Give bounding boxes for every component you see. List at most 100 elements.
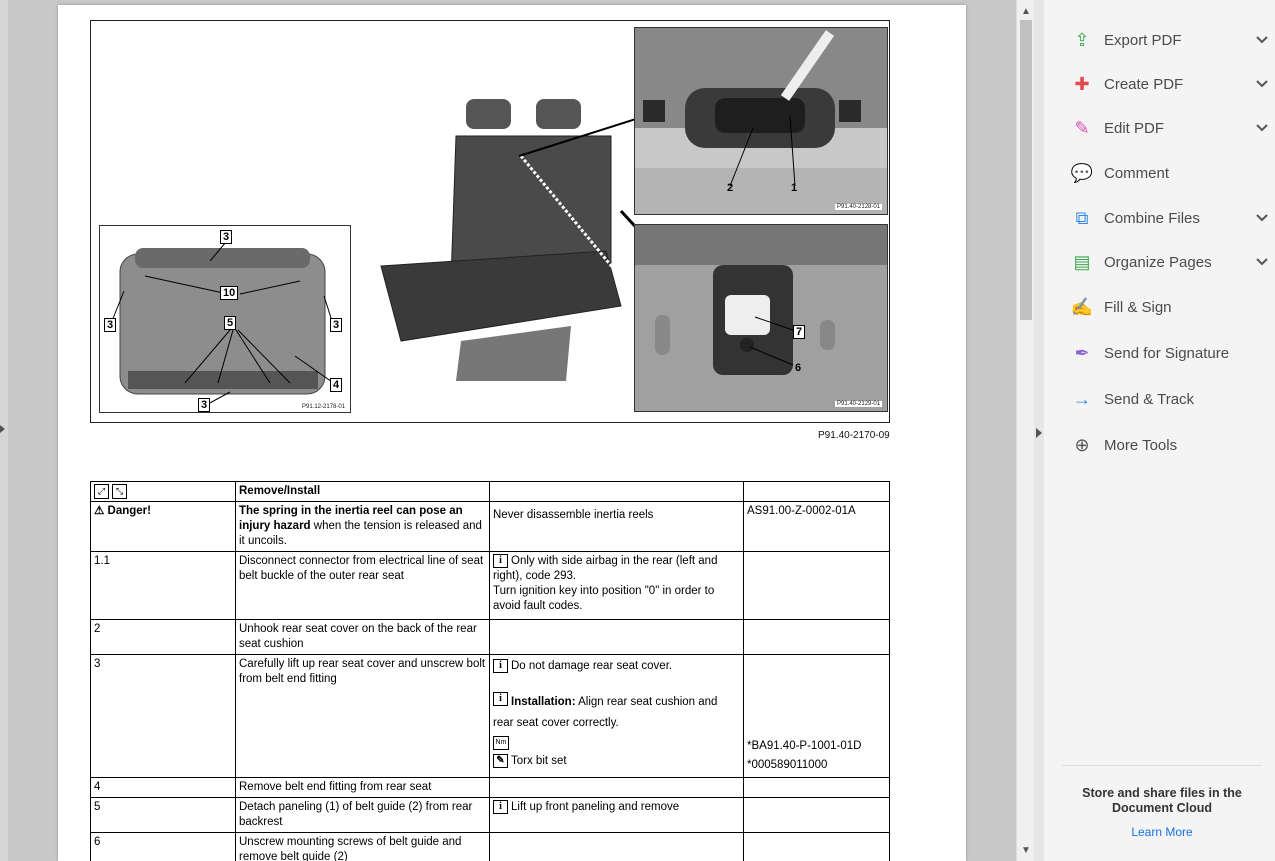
table-row: 6 Unscrew mounting screws of belt guide … (90, 832, 890, 861)
step-text: Detach paneling (1) of belt guide (2) fr… (235, 797, 490, 833)
document-cloud-promo: Store and share files in the Document Cl… (1062, 765, 1262, 839)
callout-6: 6 (795, 362, 802, 374)
pdf-page: 3 10 3 3 5 4 3 P91.12-2178-01 2 1 P91.40… (58, 5, 966, 861)
tool-label: Create PDF (1104, 75, 1184, 93)
tool-more-tools[interactable]: ⊕ More Tools (1070, 430, 1270, 460)
remove-icon: ⤢ (94, 484, 109, 499)
tool-label: Fill & Sign (1104, 298, 1172, 316)
organize-pages-icon: ▤ (1073, 251, 1091, 272)
top-right-inset-label: P91.40-2128-01 (835, 204, 883, 210)
more-tools-icon: ⊕ (1074, 434, 1090, 455)
collapse-pane-icon[interactable] (1036, 428, 1042, 438)
table-row: 4 Remove belt end fitting from rear seat (90, 777, 890, 798)
table-row: 5 Detach paneling (1) of belt guide (2) … (90, 797, 890, 833)
vertical-scrollbar[interactable]: ▲ ▼ (1016, 0, 1035, 861)
step-text: Unscrew mounting screws of belt guide an… (235, 832, 490, 861)
tool-edit-pdf[interactable]: ✎ Edit PDF (1070, 113, 1270, 143)
chevron-down-icon[interactable] (1254, 32, 1270, 48)
callout-10: 10 (220, 286, 239, 300)
tool-icon: ✎ (493, 754, 508, 768)
torque-ref: *BA91.40-P-1001-01D (747, 740, 862, 752)
step-number: 6 (90, 832, 236, 861)
callout-3-top: 3 (220, 230, 233, 244)
install-icon: ⤡ (112, 484, 127, 499)
callout-1: 1 (791, 182, 798, 194)
left-inset-image: 3 10 3 3 5 4 3 P91.12-2178-01 (99, 225, 351, 413)
step-note: Do not damage rear seat cover. (511, 660, 673, 672)
step-text: Remove belt end fitting from rear seat (235, 777, 490, 798)
info-icon: i (493, 692, 508, 706)
danger-label: Danger! (107, 505, 151, 517)
send-track-icon: → (1073, 388, 1091, 409)
warning-triangle-icon: ⚠ (94, 505, 105, 517)
tool-label: Send for Signature (1104, 344, 1230, 362)
tool-ref: *000589011000 (747, 759, 828, 771)
tool-label: Export PDF (1104, 31, 1182, 49)
step-note-2: Turn ignition key into position "0" in o… (493, 585, 715, 612)
chevron-down-icon[interactable] (1254, 120, 1270, 136)
create-pdf-icon: ✚ (1074, 73, 1090, 94)
tool-label: Send & Track (1104, 390, 1195, 408)
tool-create-pdf[interactable]: ✚ Create PDF (1070, 69, 1270, 99)
table-row: 2 Unhook rear seat cover on the back of … (90, 619, 890, 655)
tool-export-pdf[interactable]: ⇪ Export PDF (1070, 25, 1270, 55)
document-viewport[interactable]: 3 10 3 3 5 4 3 P91.12-2178-01 2 1 P91.40… (8, 0, 1016, 861)
torque-nm-icon: Nm (493, 736, 509, 750)
tool-label: Organize Pages (1104, 253, 1212, 271)
step-number: 3 (90, 654, 236, 778)
cloud-promo-text: Store and share files in the Document Cl… (1082, 786, 1242, 815)
tools-pane: ⇪ Export PDF ✚ Create PDF ✎ Edit PDF 💬 Comment ⧉… (1044, 0, 1275, 861)
info-icon: i (493, 800, 508, 814)
callout-3-right: 3 (330, 318, 343, 332)
export-pdf-icon: ⇪ (1074, 29, 1090, 50)
table-row: 1.1 Disconnect connector from electrical… (90, 551, 890, 620)
chevron-down-icon[interactable] (1254, 210, 1270, 226)
tool-comment[interactable]: 💬 Comment (1070, 158, 1270, 188)
chevron-down-icon[interactable] (1254, 76, 1270, 92)
step-number: 4 (90, 777, 236, 798)
tool-fill-sign[interactable]: ✍ Fill & Sign (1070, 292, 1270, 322)
comment-icon: 💬 (1070, 162, 1094, 183)
edit-pdf-icon: ✎ (1074, 117, 1090, 138)
table-row: 3 Carefully lift up rear seat cover and … (90, 654, 890, 778)
step-number: 1.1 (90, 551, 236, 620)
figure-caption: P91.40-2170-09 (818, 430, 890, 441)
scroll-up-icon[interactable]: ▲ (1021, 6, 1031, 17)
tool-send-signature[interactable]: ✒ Send for Signature (1070, 338, 1270, 368)
tool-label: Edit PDF (1104, 119, 1165, 137)
danger-ref: AS91.00-Z-0002-01A (743, 501, 890, 552)
tool-text: Torx bit set (511, 755, 567, 767)
learn-more-link[interactable]: Learn More (1062, 825, 1262, 839)
procedure-table: ⤢ ⤡ Remove/Install ⚠ Danger! The spring i… (90, 481, 890, 861)
danger-note: Never disassemble inertia reels (489, 501, 744, 552)
step-number: 2 (90, 619, 236, 655)
tool-send-track[interactable]: → Send & Track (1070, 384, 1270, 414)
bottom-right-inset-label: P91.40-2129-01 (835, 401, 883, 407)
info-icon: i (493, 659, 508, 673)
callout-7: 7 (793, 325, 806, 339)
table-header-row: ⤢ ⤡ Remove/Install (90, 481, 890, 502)
callout-3-left: 3 (104, 318, 117, 332)
chevron-down-icon[interactable] (1254, 254, 1270, 270)
table-row-danger: ⚠ Danger! The spring in the inertia reel… (90, 501, 890, 552)
left-inset-label: P91.12-2178-01 (300, 404, 348, 410)
bottom-right-inset-image: 7 6 P91.40-2129-01 (634, 224, 888, 412)
left-pane-toggle-icon[interactable] (0, 425, 5, 433)
right-pane-toggle[interactable] (1034, 0, 1044, 861)
installation-label: Installation: (511, 696, 576, 708)
step-note: Lift up front paneling and remove (511, 801, 680, 813)
scroll-down-icon[interactable]: ▼ (1021, 845, 1031, 856)
step-text: Disconnect connector from electrical lin… (235, 551, 490, 620)
tool-organize-pages[interactable]: ▤ Organize Pages (1070, 247, 1270, 277)
callout-5: 5 (224, 316, 237, 330)
tool-combine-files[interactable]: ⧉ Combine Files (1070, 203, 1270, 233)
top-right-inset-image: 2 1 P91.40-2128-01 (634, 27, 888, 215)
combine-files-icon: ⧉ (1075, 207, 1089, 228)
tool-label: Comment (1104, 164, 1170, 182)
callout-4: 4 (330, 378, 343, 392)
header-remove-install: Remove/Install (235, 481, 490, 502)
info-icon: i (493, 554, 508, 568)
tool-label: Combine Files (1104, 209, 1200, 227)
scrollbar-thumb[interactable] (1020, 20, 1032, 320)
callout-3-bottom: 3 (198, 398, 211, 412)
